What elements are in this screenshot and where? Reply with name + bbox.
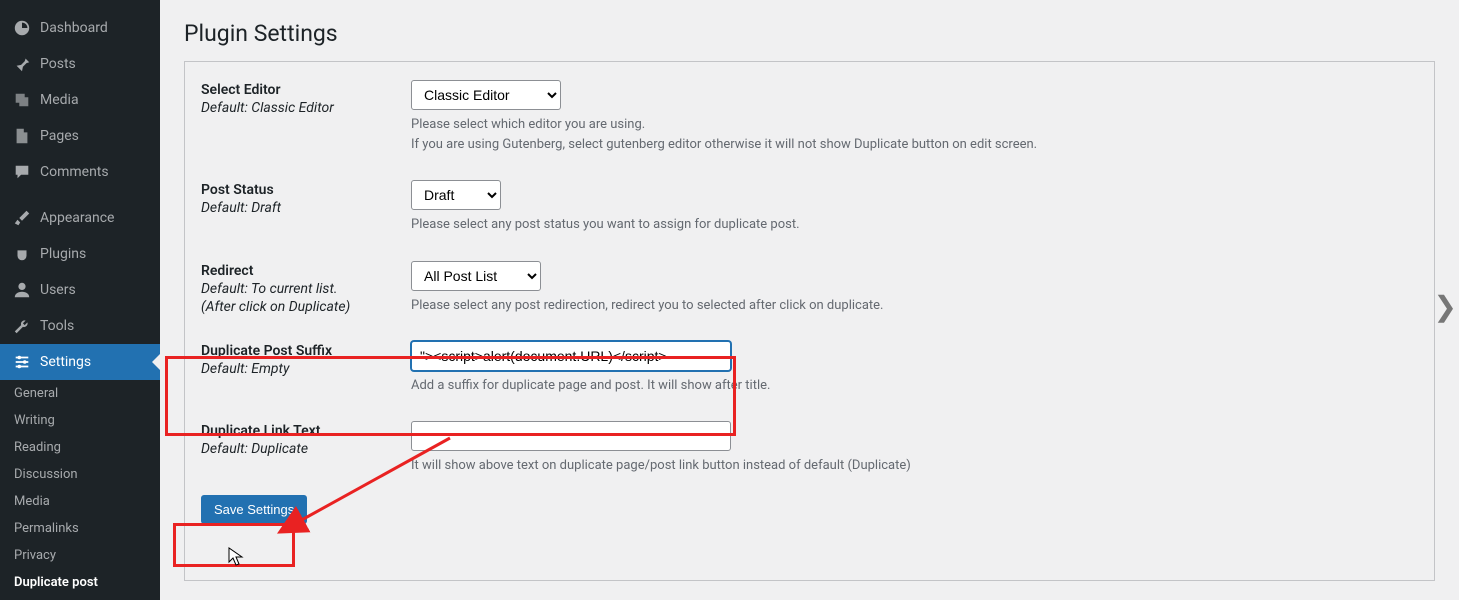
main-content: Plugin Settings Select Editor Default: C…: [160, 0, 1459, 600]
sidebar-item-label: Media: [40, 92, 79, 108]
default-select-editor: Default: Classic Editor: [201, 100, 411, 116]
default-redirect-1: Default: To current list.: [201, 281, 411, 297]
select-editor[interactable]: Classic Editor: [411, 80, 561, 110]
sidebar-item-label: Pages: [40, 128, 79, 144]
row-suffix: Duplicate Post Suffix Default: Empty Add…: [201, 341, 1418, 395]
sidebar-item-users[interactable]: Users: [0, 272, 160, 308]
sidebar-item-pages[interactable]: Pages: [0, 118, 160, 154]
desc-editor-1: Please select which editor you are using…: [411, 116, 1418, 134]
label-linktext: Duplicate Link Text: [201, 423, 411, 439]
desc-editor-2: If you are using Gutenberg, select guten…: [411, 136, 1418, 154]
page-icon: [12, 126, 32, 146]
select-post-status[interactable]: Draft: [411, 180, 501, 210]
sidebar-sub-writing[interactable]: Writing: [0, 407, 160, 434]
desc-redirect: Please select any post redirection, redi…: [411, 297, 1418, 315]
page-title: Plugin Settings: [184, 20, 1435, 47]
user-icon: [12, 280, 32, 300]
sidebar-sub-media[interactable]: Media: [0, 488, 160, 515]
desc-suffix: Add a suffix for duplicate page and post…: [411, 377, 1418, 395]
sidebar-item-posts[interactable]: Posts: [0, 46, 160, 82]
carousel-next-icon[interactable]: ❯: [1434, 290, 1457, 323]
label-suffix: Duplicate Post Suffix: [201, 343, 411, 359]
row-linktext: Duplicate Link Text Default: Duplicate I…: [201, 421, 1418, 475]
sidebar-item-label: Users: [40, 282, 76, 298]
sidebar-sub-permalinks[interactable]: Permalinks: [0, 515, 160, 542]
sidebar-item-label: Settings: [40, 354, 91, 370]
settings-panel: Select Editor Default: Classic Editor Cl…: [184, 61, 1435, 581]
sidebar-item-tools[interactable]: Tools: [0, 308, 160, 344]
label-post-status: Post Status: [201, 182, 411, 198]
default-linktext: Default: Duplicate: [201, 441, 411, 457]
row-post-status: Post Status Default: Draft Draft Please …: [201, 180, 1418, 234]
comment-icon: [12, 162, 32, 182]
slider-icon: [12, 352, 32, 372]
sidebar-item-dashboard[interactable]: Dashboard: [0, 10, 160, 46]
sidebar-sub-privacy[interactable]: Privacy: [0, 542, 160, 569]
sidebar-sub-duplicate-post[interactable]: Duplicate post: [0, 569, 160, 596]
default-redirect-2: (After click on Duplicate): [201, 299, 411, 315]
sidebar-item-label: Tools: [40, 318, 74, 334]
wrench-icon: [12, 316, 32, 336]
save-settings-button[interactable]: Save Settings: [201, 495, 307, 524]
row-redirect: Redirect Default: To current list. (Afte…: [201, 261, 1418, 315]
default-suffix: Default: Empty: [201, 361, 411, 377]
label-redirect: Redirect: [201, 263, 411, 279]
select-redirect[interactable]: All Post List: [411, 261, 541, 291]
sidebar-item-plugins[interactable]: Plugins: [0, 236, 160, 272]
dashboard-icon: [12, 18, 32, 38]
sidebar-item-label: Posts: [40, 56, 76, 72]
sidebar-item-settings[interactable]: Settings: [0, 344, 160, 380]
sidebar-item-label: Dashboard: [40, 20, 108, 36]
pin-icon: [12, 54, 32, 74]
input-suffix[interactable]: [411, 341, 731, 371]
sidebar-sub-reading[interactable]: Reading: [0, 434, 160, 461]
label-select-editor: Select Editor: [201, 82, 411, 98]
desc-linktext: It will show above text on duplicate pag…: [411, 457, 1418, 475]
sidebar-sub-general[interactable]: General: [0, 380, 160, 407]
sidebar-item-comments[interactable]: Comments: [0, 154, 160, 190]
desc-post-status: Please select any post status you want t…: [411, 216, 1418, 234]
sidebar-sub-discussion[interactable]: Discussion: [0, 461, 160, 488]
admin-sidebar: Dashboard Posts Media Pages Comments App…: [0, 0, 160, 600]
sidebar-item-label: Appearance: [40, 210, 114, 226]
sidebar-item-label: Plugins: [40, 246, 86, 262]
row-select-editor: Select Editor Default: Classic Editor Cl…: [201, 80, 1418, 154]
plug-icon: [12, 244, 32, 264]
brush-icon: [12, 208, 32, 228]
sidebar-item-appearance[interactable]: Appearance: [0, 200, 160, 236]
sidebar-item-label: Comments: [40, 164, 109, 180]
media-icon: [12, 90, 32, 110]
default-post-status: Default: Draft: [201, 200, 411, 216]
sidebar-item-media[interactable]: Media: [0, 82, 160, 118]
input-linktext[interactable]: [411, 421, 731, 451]
